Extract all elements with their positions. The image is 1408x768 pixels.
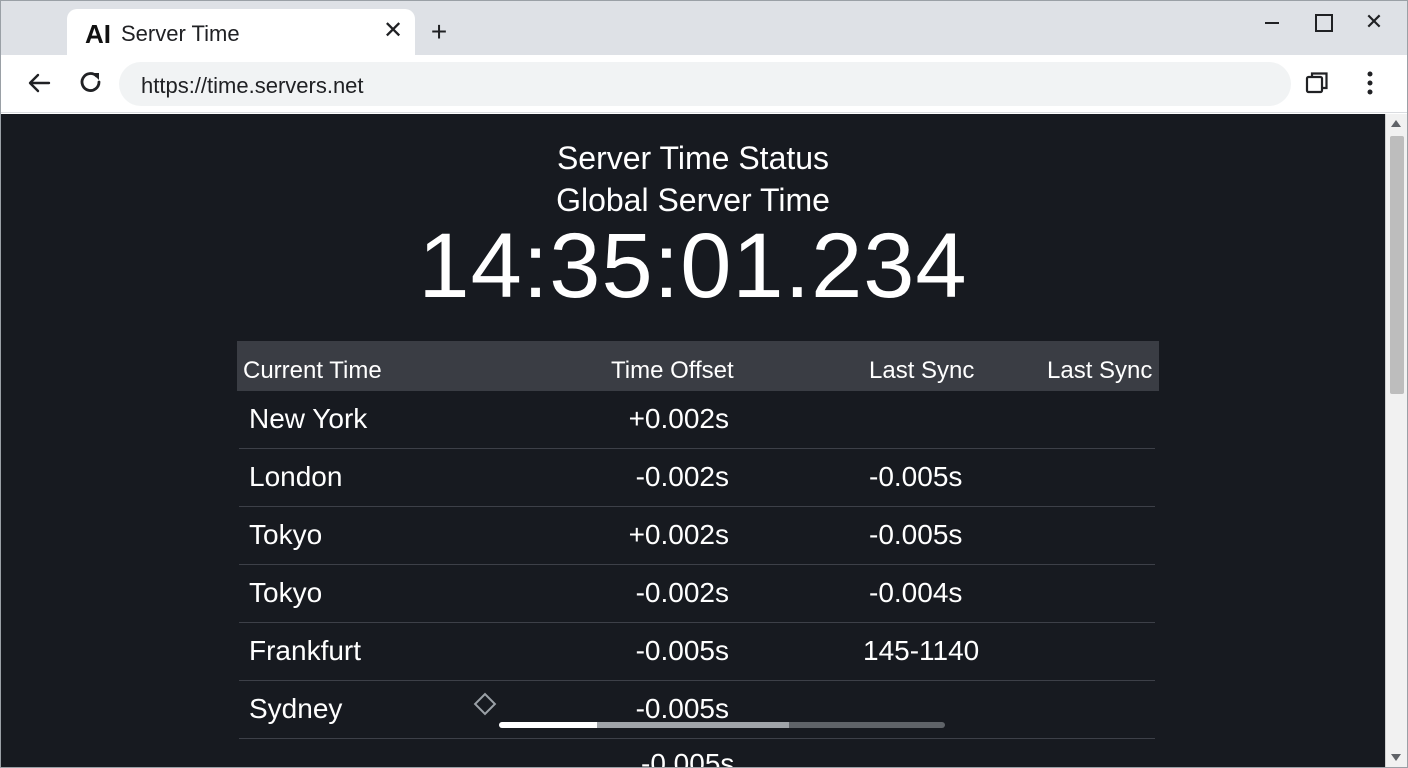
- row-last-sync: 145-1140: [863, 635, 980, 666]
- row-city: New York: [249, 403, 368, 434]
- row-offset: -0.005s: [635, 635, 729, 666]
- tab-strip: AI Server Time ✕ + ✕: [1, 1, 1407, 55]
- url-text[interactable]: https://time.servers.net: [141, 73, 364, 99]
- window-close-button[interactable]: ✕: [1351, 5, 1397, 39]
- column-header-time-offset: Time Offset: [611, 357, 734, 384]
- maximize-button[interactable]: [1299, 5, 1345, 39]
- column-header-last-sync-2: Last Sync: [1047, 357, 1153, 384]
- tab-switcher-icon[interactable]: [1299, 65, 1335, 101]
- tab-title: Server Time: [121, 21, 240, 46]
- page-content: Server Time Status Global Server Time 14…: [1, 114, 1385, 767]
- partial-row-offset: -0.005s: [641, 748, 735, 767]
- minimize-button[interactable]: [1249, 5, 1295, 39]
- row-last-sync: -0.005s: [869, 461, 963, 492]
- vertical-scrollbar[interactable]: [1385, 114, 1407, 767]
- column-header-last-sync: Last Sync: [869, 357, 975, 384]
- row-city: Frankfurt: [249, 635, 362, 666]
- progress-bar[interactable]: [499, 722, 945, 728]
- progress-played: [499, 722, 598, 728]
- row-offset: +0.002s: [628, 519, 729, 550]
- site-logo-icon: AI: [85, 19, 111, 49]
- row-last-sync: -0.004s: [869, 577, 963, 608]
- address-bar[interactable]: https://time.servers.net: [119, 62, 1291, 106]
- row-offset: -0.002s: [635, 461, 729, 492]
- row-offset: -0.002s: [635, 577, 729, 608]
- row-city: London: [249, 461, 343, 492]
- table-row: New York +0.002s: [239, 391, 1155, 449]
- table-row: Tokyo -0.002s -0.004s: [239, 565, 1155, 623]
- browser-toolbar: https://time.servers.net: [1, 55, 1407, 113]
- scroll-up-arrow-icon[interactable]: [1391, 120, 1401, 127]
- page-title: Server Time Status: [556, 140, 830, 176]
- table-row: Frankfurt -0.005s 145-1140: [239, 623, 1155, 681]
- row-offset: +0.002s: [628, 403, 729, 434]
- column-header-current-time: Current Time: [243, 357, 382, 384]
- table-row: Sydney -0.005s: [239, 681, 1155, 739]
- table-header: Current Time Time Offset Last Sync Last …: [237, 341, 1159, 391]
- table-row: Tokyo +0.002s -0.005s: [239, 507, 1155, 565]
- new-tab-button[interactable]: +: [425, 17, 453, 47]
- row-last-sync: -0.005s: [869, 519, 963, 550]
- back-arrow-icon[interactable]: [21, 65, 57, 101]
- table-row: London -0.002s -0.005s: [239, 449, 1155, 507]
- browser-window: AI Server Time ✕ + ✕ https://time.server…: [0, 0, 1408, 768]
- row-offset: -0.005s: [635, 693, 729, 724]
- server-clock: 14:35:01.234: [418, 215, 968, 317]
- tab-close-icon[interactable]: ✕: [379, 17, 407, 45]
- reload-icon[interactable]: [73, 65, 109, 101]
- row-city: Tokyo: [249, 577, 323, 608]
- kebab-menu-icon[interactable]: [1353, 65, 1389, 101]
- row-city: Tokyo: [249, 519, 323, 550]
- active-tab[interactable]: AI Server Time ✕: [67, 9, 415, 55]
- progress-buffered: [597, 722, 789, 728]
- scroll-thumb[interactable]: [1390, 136, 1404, 394]
- row-city: Sydney: [249, 693, 343, 724]
- scroll-down-arrow-icon[interactable]: [1391, 754, 1401, 761]
